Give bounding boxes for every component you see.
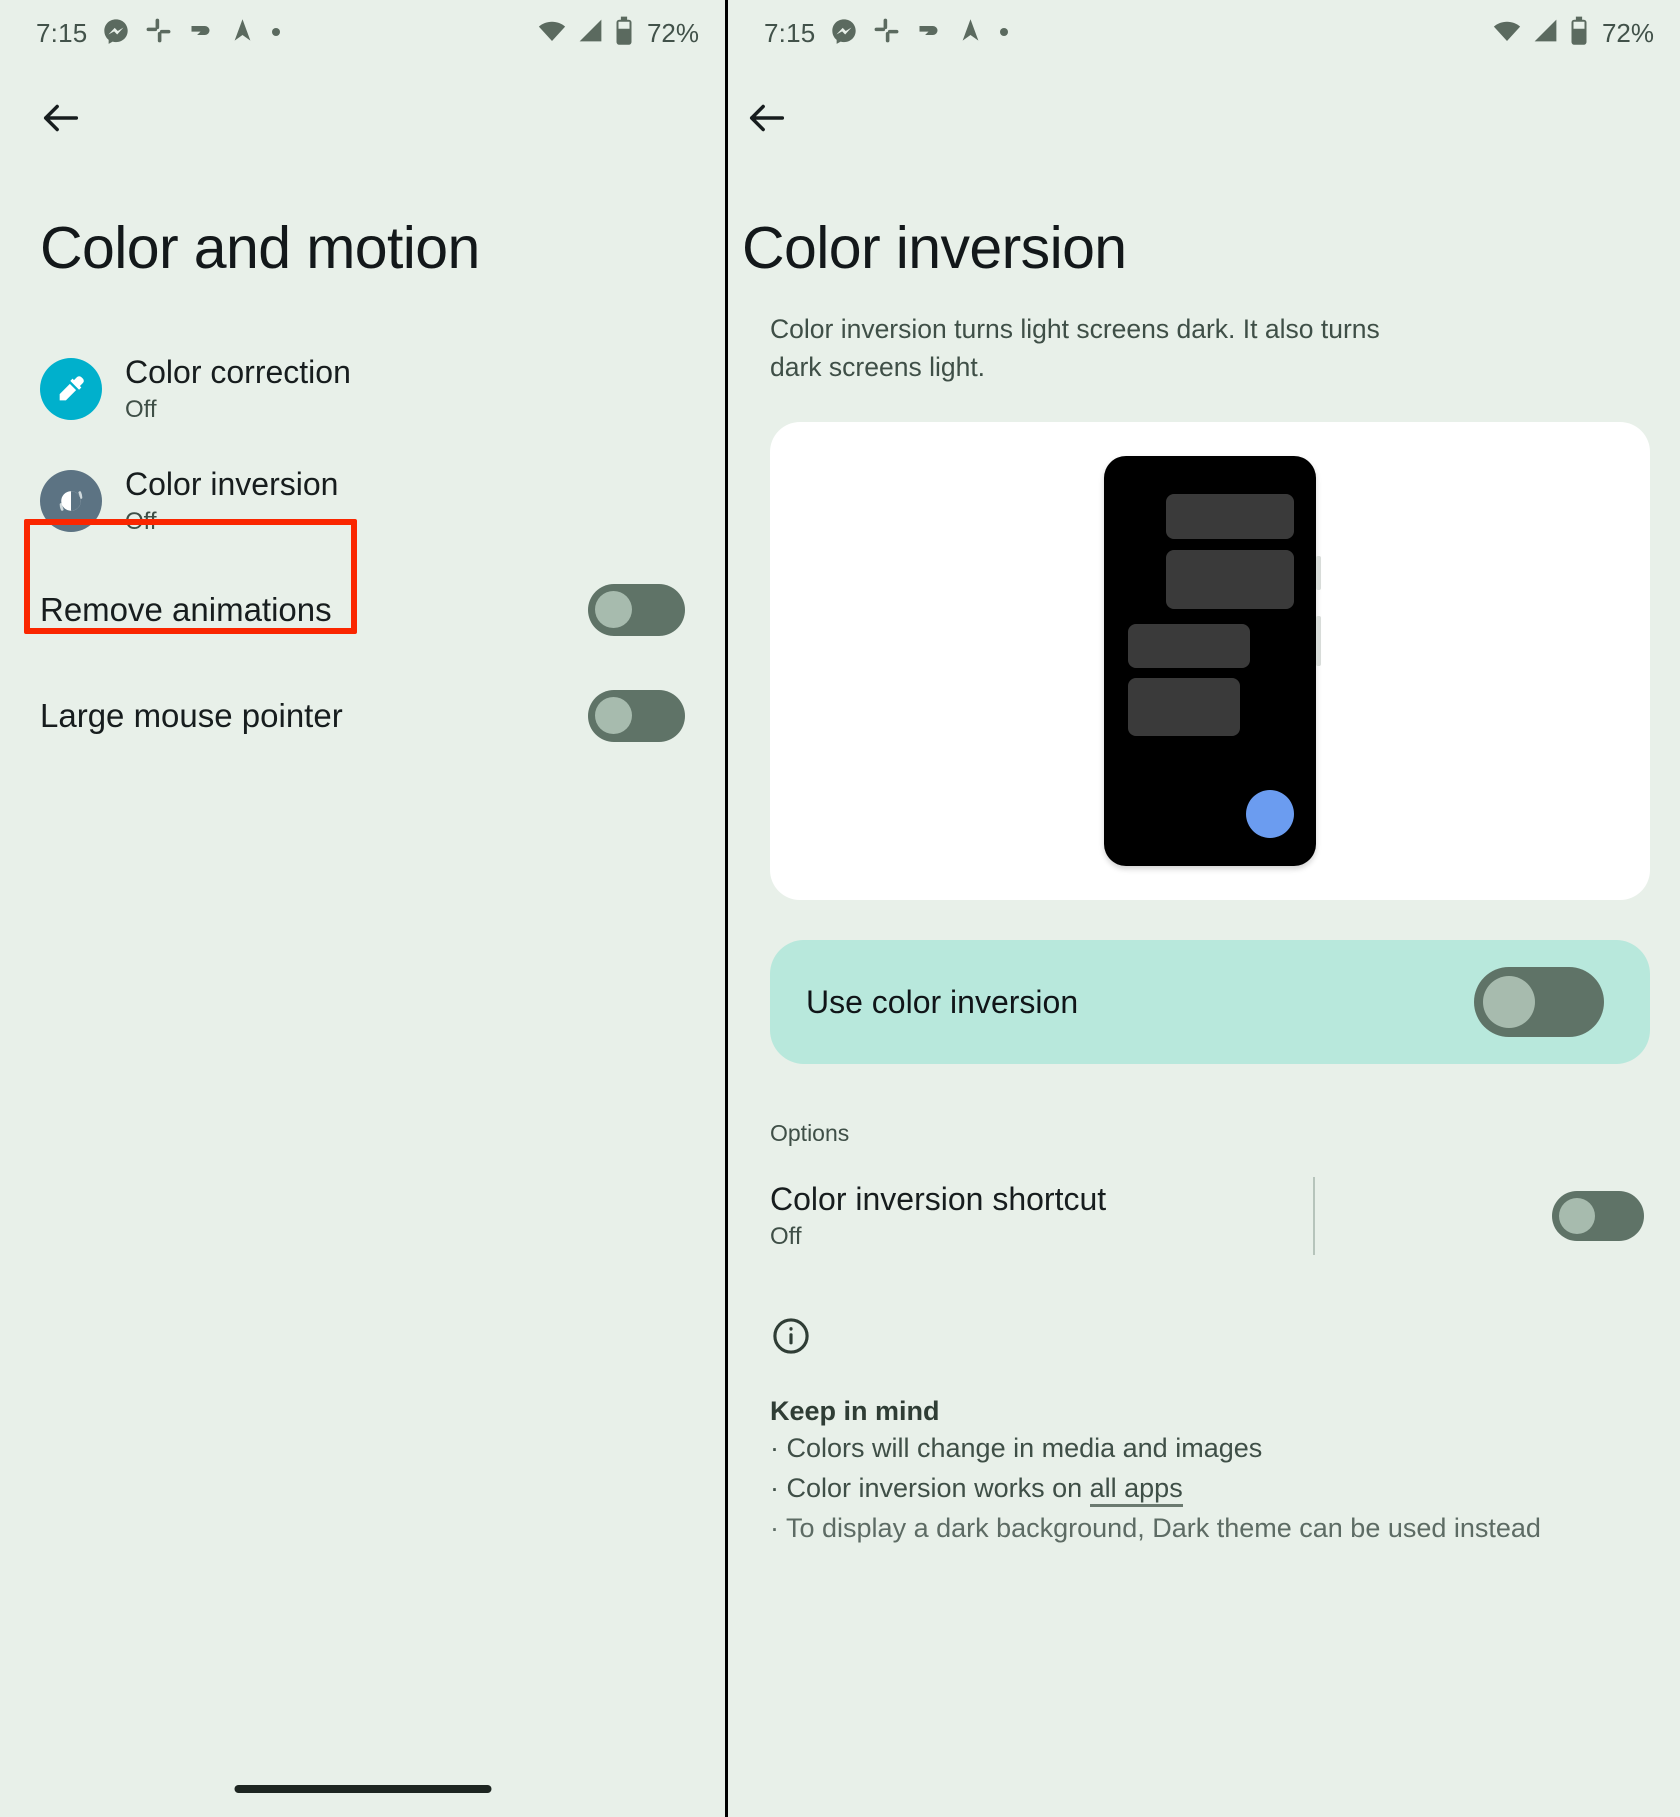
status-time: 7:15 <box>764 17 816 48</box>
list-item-large-mouse-pointer[interactable]: Large mouse pointer <box>0 663 725 769</box>
info-icon[interactable] <box>770 1315 812 1357</box>
row-divider <box>1313 1177 1316 1256</box>
use-color-inversion-toggle[interactable] <box>1474 967 1604 1038</box>
back-button[interactable] <box>30 87 92 149</box>
phone-side-button-b <box>1316 616 1321 667</box>
keep-in-mind-bullet: · To display a dark background, Dark the… <box>770 1512 1541 1543</box>
left-phone-screen: 7:15 72% Color and motion Color correcti… <box>0 0 725 1817</box>
toggle-knob <box>595 591 632 629</box>
navigation-bar-pill[interactable] <box>234 1785 491 1793</box>
messenger-icon <box>830 17 858 50</box>
phone-side-button-a <box>1316 556 1321 591</box>
status-bar-right: 72% <box>537 16 699 51</box>
dual-screenshot-container: 7:15 72% Color and motion Color correcti… <box>0 0 1680 1817</box>
list-item-text: Remove animations <box>40 589 332 630</box>
large-mouse-pointer-toggle[interactable] <box>588 689 685 742</box>
phone-illustration <box>1104 456 1321 867</box>
phone-content-bar <box>1166 494 1294 540</box>
phone-content-bar <box>1128 624 1250 669</box>
back-arrow-icon <box>749 104 785 132</box>
keep-in-mind-bullet: · Colors will change in media and images <box>770 1433 1263 1464</box>
dot-icon <box>271 24 281 42</box>
toggle-knob <box>1558 1198 1595 1235</box>
dashlane-icon <box>915 17 942 49</box>
cellular-signal-icon <box>576 16 605 50</box>
keep-in-mind-heading: Keep in mind <box>770 1396 940 1427</box>
list-item-title: Color correction <box>125 354 351 391</box>
illustration-card <box>770 422 1650 901</box>
status-bar-left: 7:15 <box>36 17 281 50</box>
navigation-icon <box>229 17 256 49</box>
list-item-color-correction[interactable]: Color correction Off <box>0 333 725 445</box>
status-bar-right: 72% <box>1492 16 1654 51</box>
shortcut-title: Color inversion shortcut <box>770 1181 1107 1218</box>
list-item-remove-animations[interactable]: Remove animations <box>0 557 725 663</box>
use-color-inversion-label: Use color inversion <box>806 983 1079 1020</box>
status-time: 7:15 <box>36 17 88 48</box>
contrast-icon <box>40 469 102 532</box>
right-phone-screen: 7:15 72% Color inversion Color inversion… <box>728 0 1680 1817</box>
keep-in-mind-bullet: · Color inversion works on all apps <box>770 1470 1640 1507</box>
right-back-row <box>728 66 1680 170</box>
list-item-text: Color correction Off <box>125 352 351 425</box>
battery-icon <box>1569 16 1589 51</box>
page-title: Color inversion <box>742 215 1127 281</box>
right-page-title-wrap: Color inversion <box>728 170 1680 281</box>
slack-icon <box>873 17 900 49</box>
remove-animations-toggle[interactable] <box>588 583 685 636</box>
list-item-title: Color inversion <box>125 466 339 503</box>
page-title: Color and motion <box>40 215 480 281</box>
dot-icon <box>999 24 1009 42</box>
eyedropper-icon <box>40 357 102 420</box>
slack-icon <box>145 17 172 49</box>
back-arrow-icon <box>43 104 79 132</box>
keep-in-mind-section: Keep in mind · Colors will change in med… <box>728 1362 1680 1546</box>
phone-content-bar <box>1166 550 1294 610</box>
navigation-icon <box>957 17 984 49</box>
back-button[interactable] <box>736 87 798 149</box>
all-apps-link[interactable]: all apps <box>1089 1472 1183 1507</box>
toggle-knob <box>595 697 632 735</box>
left-page-title-wrap: Color and motion <box>0 170 725 281</box>
status-bar: 7:15 72% <box>0 0 725 66</box>
list-item-color-inversion[interactable]: Color inversion Off <box>0 445 725 557</box>
list-item-title: Remove animations <box>40 591 332 629</box>
color-motion-list: Color correction Off Color inversion Off… <box>0 333 725 769</box>
shortcut-subtitle: Off <box>770 1223 802 1251</box>
wifi-icon <box>1492 16 1522 51</box>
list-item-text: Large mouse pointer <box>40 695 343 736</box>
bullet-text: · Color inversion works on <box>770 1472 1090 1503</box>
list-item-subtitle: Off <box>125 508 157 536</box>
dashlane-icon <box>187 17 214 49</box>
toggle-knob <box>1483 976 1535 1029</box>
battery-percent: 72% <box>1601 17 1654 48</box>
list-item-title: Large mouse pointer <box>40 697 343 735</box>
shortcut-text: Color inversion shortcut Off <box>770 1181 1106 1251</box>
color-inversion-shortcut-row[interactable]: Color inversion shortcut Off <box>728 1147 1680 1256</box>
info-icon-wrap <box>728 1255 1680 1362</box>
left-back-row <box>0 66 725 170</box>
page-description: Color inversion turns light screens dark… <box>770 313 1380 382</box>
wifi-icon <box>537 16 567 51</box>
battery-icon <box>614 16 634 51</box>
list-item-subtitle: Off <box>125 396 157 424</box>
messenger-icon <box>102 17 130 50</box>
use-color-inversion-row[interactable]: Use color inversion <box>770 940 1650 1065</box>
phone-content-bar <box>1128 678 1240 737</box>
status-bar: 7:15 72% <box>728 0 1680 66</box>
battery-percent: 72% <box>646 17 699 48</box>
list-item-text: Color inversion Off <box>125 464 338 537</box>
cellular-signal-icon <box>1531 16 1560 50</box>
options-header: Options <box>770 1120 850 1147</box>
color-inversion-shortcut-toggle[interactable] <box>1551 1191 1644 1242</box>
phone-accent-dot <box>1246 790 1294 839</box>
status-bar-left: 7:15 <box>764 17 1009 50</box>
